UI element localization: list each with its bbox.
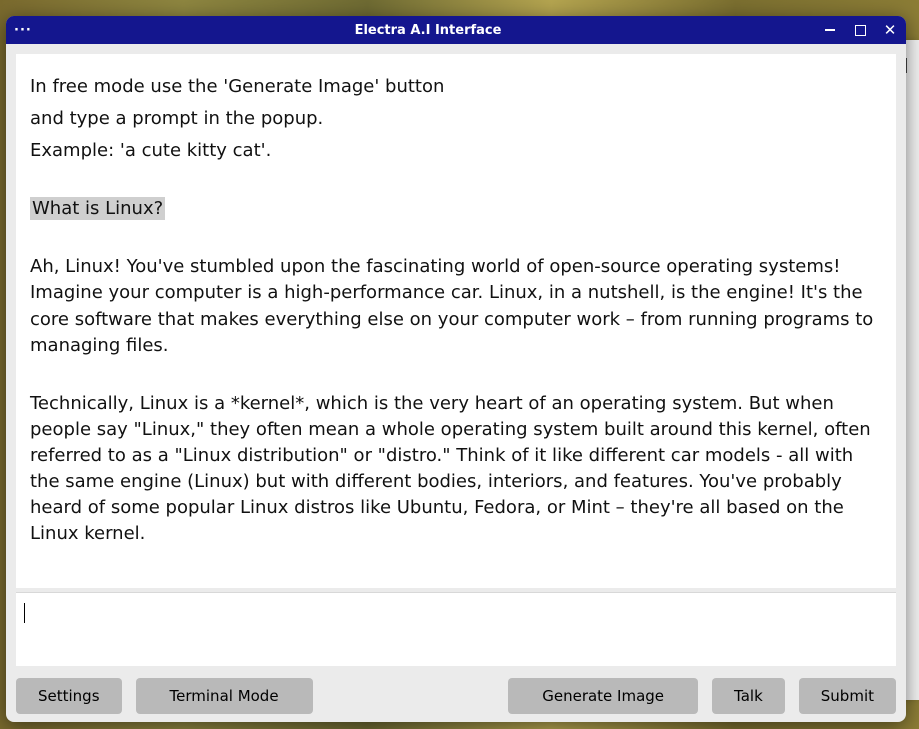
close-icon[interactable]: ✕: [882, 22, 898, 38]
conversation-scroll[interactable]: In free mode use the 'Generate Image' bu…: [16, 54, 896, 588]
prompt-input[interactable]: [24, 603, 888, 656]
assistant-message: Technically, Linux is a *kernel*, which …: [30, 391, 880, 548]
conversation-area: In free mode use the 'Generate Image' bu…: [16, 54, 896, 588]
minimize-icon[interactable]: [822, 22, 838, 38]
titlebar: ··· Electra A.I Interface ✕: [6, 16, 906, 44]
intro-text: Example: 'a cute kitty cat'.: [30, 138, 880, 164]
maximize-icon[interactable]: [852, 22, 868, 38]
intro-text: and type a prompt in the popup.: [30, 106, 880, 132]
submit-button[interactable]: Submit: [799, 678, 896, 714]
user-message-highlight: What is Linux?: [30, 197, 165, 220]
terminal-mode-button[interactable]: Terminal Mode: [136, 678, 313, 714]
window-controls: ✕: [822, 22, 898, 38]
window-title: Electra A.I Interface: [34, 23, 822, 38]
text-caret: [24, 603, 25, 623]
input-area: [16, 592, 896, 666]
user-message: What is Linux?: [30, 196, 880, 222]
menu-icon[interactable]: ···: [14, 23, 34, 38]
assistant-message: Ah, Linux! You've stumbled upon the fasc…: [30, 254, 880, 358]
button-bar: Settings Terminal Mode Generate Image Ta…: [6, 672, 906, 722]
app-window: ··· Electra A.I Interface ✕ In free mode…: [6, 16, 906, 722]
fade-overlay: [16, 568, 896, 588]
talk-button[interactable]: Talk: [712, 678, 785, 714]
generate-image-button[interactable]: Generate Image: [508, 678, 698, 714]
settings-button[interactable]: Settings: [16, 678, 122, 714]
intro-text: In free mode use the 'Generate Image' bu…: [30, 74, 880, 100]
